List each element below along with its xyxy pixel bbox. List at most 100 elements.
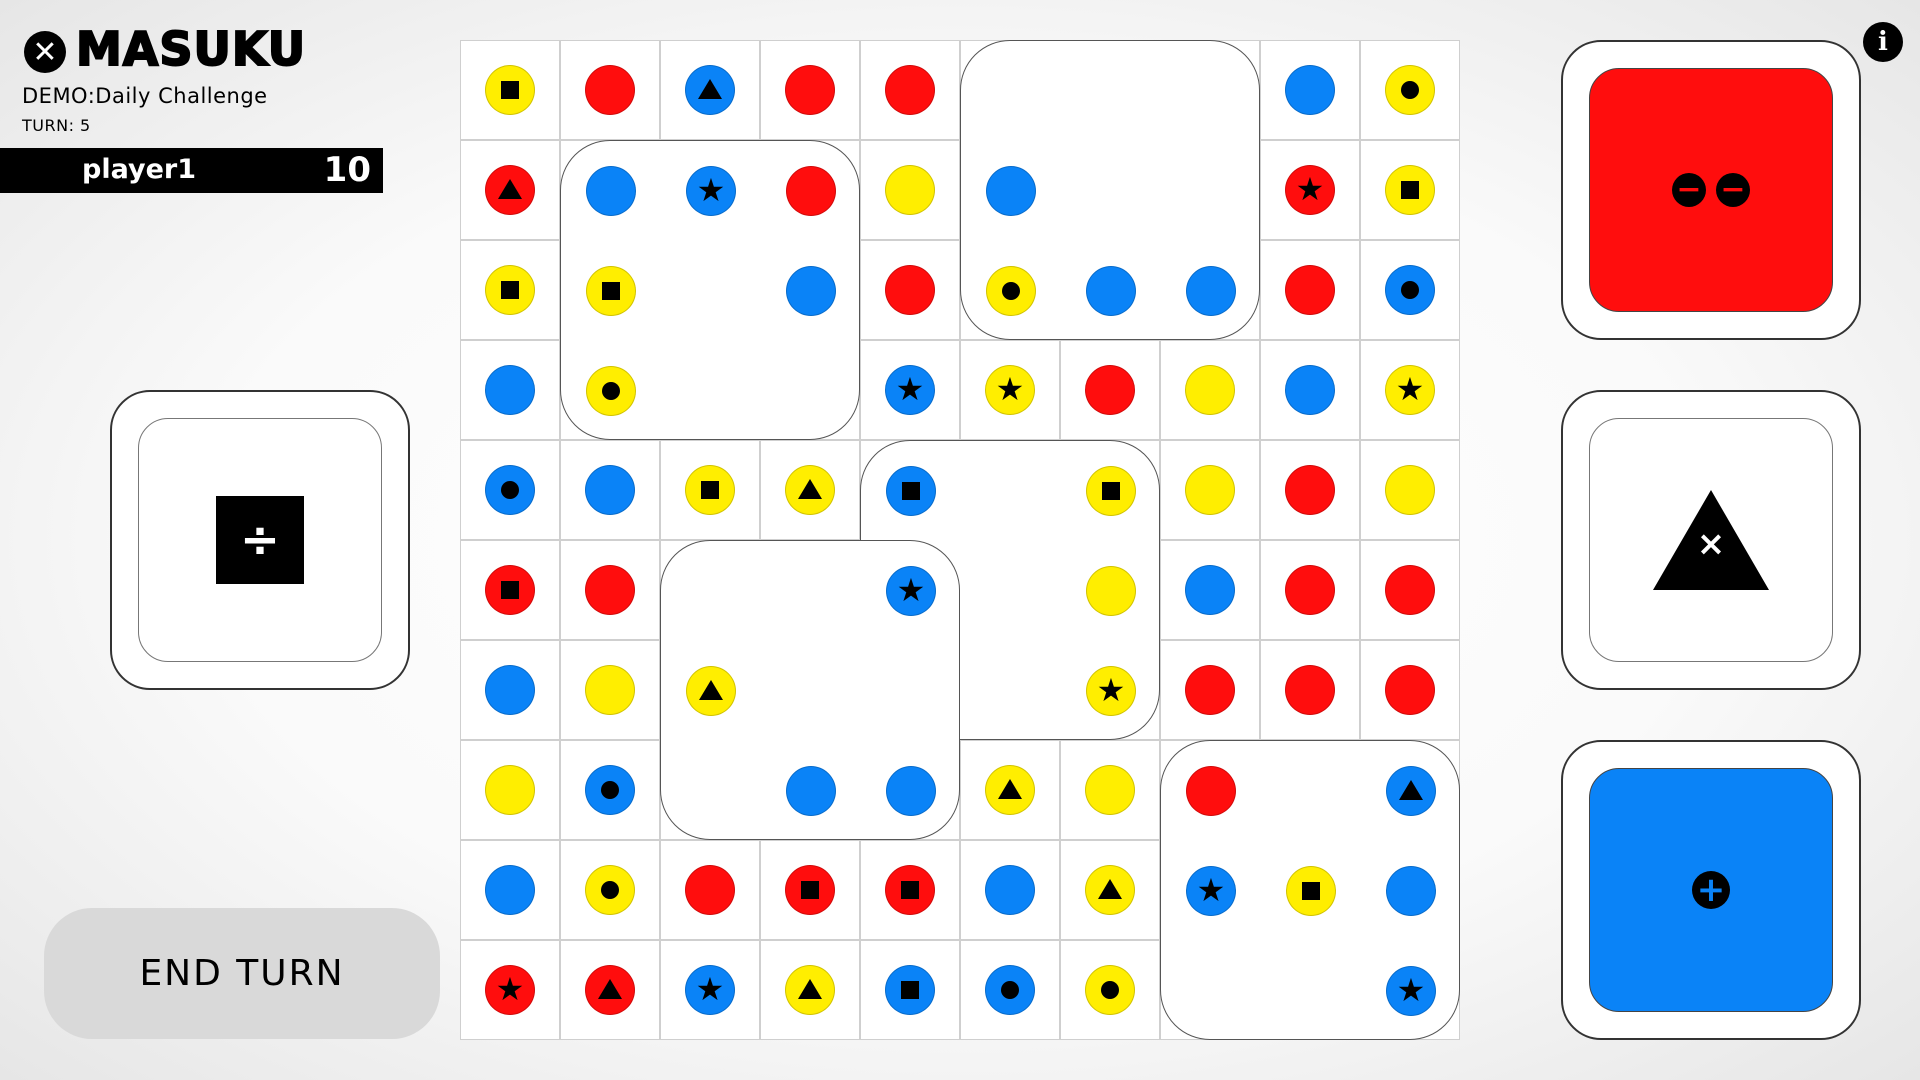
- blue-dot: [1086, 266, 1136, 316]
- end-turn-button[interactable]: END TURN: [44, 908, 440, 1039]
- red-operator-card[interactable]: − −: [1561, 40, 1861, 340]
- yellow-dot: [585, 865, 635, 915]
- info-icon[interactable]: i: [1863, 22, 1903, 62]
- yellow-dot: [1086, 566, 1136, 616]
- triangle-symbol-icon: [1399, 779, 1423, 800]
- triangle-symbol-icon: [699, 679, 723, 700]
- yellow-dot: [1385, 465, 1435, 515]
- red-dot: [1185, 665, 1235, 715]
- placed-die-tile[interactable]: ★: [660, 540, 960, 840]
- triangle-operator-card[interactable]: ×: [1561, 390, 1861, 690]
- yellow-dot: [1085, 765, 1135, 815]
- star-symbol-icon: ★: [1396, 971, 1426, 1009]
- left-operator-card[interactable]: ÷: [110, 390, 410, 690]
- red-card-face: − −: [1589, 68, 1833, 312]
- placed-die-tile[interactable]: ★ ★: [1160, 740, 1460, 1040]
- yellow-dot: [1185, 465, 1235, 515]
- circle-symbol-icon: [1101, 981, 1119, 999]
- red-dot: [1186, 766, 1236, 816]
- star-symbol-icon: ★: [1196, 871, 1226, 909]
- blue-dot: [685, 65, 735, 115]
- blue-dot: [886, 766, 936, 816]
- blue-dot: [786, 766, 836, 816]
- yellow-dot: [785, 965, 835, 1015]
- red-dot: [786, 166, 836, 216]
- red-dot: [1385, 665, 1435, 715]
- red-dot: [585, 565, 635, 615]
- blue-dot: ★: [1386, 966, 1436, 1016]
- close-icon[interactable]: ✕: [24, 31, 66, 73]
- circle-symbol-icon: [1401, 81, 1419, 99]
- yellow-dot: [1086, 466, 1136, 516]
- square-symbol-icon: [1401, 181, 1419, 199]
- red-dot: [1385, 565, 1435, 615]
- yellow-dot: [686, 666, 736, 716]
- blue-dot: [985, 965, 1035, 1015]
- square-symbol-icon: [501, 281, 519, 299]
- yellow-dot: [1286, 866, 1336, 916]
- star-symbol-icon: ★: [896, 571, 926, 609]
- star-symbol-icon: ★: [1096, 671, 1126, 709]
- red-dot: [485, 165, 535, 215]
- triangle-symbol-icon: [798, 978, 822, 999]
- red-dot: [585, 65, 635, 115]
- player-score: 10: [323, 150, 371, 190]
- blue-dot: [585, 765, 635, 815]
- star-symbol-icon: ★: [895, 370, 925, 408]
- star-symbol-icon: ★: [995, 370, 1025, 408]
- blue-dot: ★: [685, 965, 735, 1015]
- triangle-symbol-icon: [798, 478, 822, 499]
- yellow-dot: [485, 765, 535, 815]
- triangle-symbol-icon: [998, 778, 1022, 799]
- square-symbol-icon: [801, 881, 819, 899]
- triangle-symbol-icon: [698, 78, 722, 99]
- star-symbol-icon: ★: [1395, 370, 1425, 408]
- blue-dot: [1285, 65, 1335, 115]
- blue-dot: ★: [886, 566, 936, 616]
- yellow-dot: [1385, 165, 1435, 215]
- square-symbol-icon: [501, 81, 519, 99]
- yellow-dot: [1085, 865, 1135, 915]
- square-symbol-icon: [1302, 882, 1320, 900]
- placed-die-tile[interactable]: [960, 40, 1260, 340]
- blue-dot: [485, 465, 535, 515]
- star-symbol-icon: ★: [1295, 170, 1325, 208]
- yellow-dot: [1085, 965, 1135, 1015]
- blue-dot: ★: [1186, 866, 1236, 916]
- red-dot: [885, 65, 935, 115]
- square-symbol-icon: [602, 282, 620, 300]
- placed-die-tile[interactable]: ★: [560, 140, 860, 440]
- square-symbol-icon: [901, 981, 919, 999]
- yellow-dot: [785, 465, 835, 515]
- yellow-dot: [585, 665, 635, 715]
- yellow-dot: [485, 65, 535, 115]
- player-name: player1: [82, 154, 196, 185]
- red-dot: [1285, 265, 1335, 315]
- blue-operator-card[interactable]: +: [1561, 740, 1861, 1040]
- triangle-symbol-icon: [598, 978, 622, 999]
- circle-symbol-icon: [602, 382, 620, 400]
- circle-symbol-icon: [601, 781, 619, 799]
- red-dot: ★: [1285, 165, 1335, 215]
- yellow-dot: [685, 465, 735, 515]
- star-symbol-icon: ★: [696, 171, 726, 209]
- blue-dot: [786, 266, 836, 316]
- blue-dot: [1385, 265, 1435, 315]
- yellow-dot: [586, 366, 636, 416]
- blue-dot: [985, 865, 1035, 915]
- red-dot: [1285, 565, 1335, 615]
- blue-dot: [586, 166, 636, 216]
- blue-dot: [485, 365, 535, 415]
- square-symbol-icon: [501, 581, 519, 599]
- triangle-symbol-icon: [498, 178, 522, 199]
- red-dot: [785, 865, 835, 915]
- red-dot: [585, 965, 635, 1015]
- player-score-bar: player1 10: [0, 148, 383, 193]
- yellow-dot: [985, 765, 1035, 815]
- blue-dot: ★: [885, 365, 935, 415]
- divide-icon: ÷: [216, 496, 304, 584]
- white-card-face: ×: [1589, 418, 1833, 662]
- yellow-dot: ★: [985, 365, 1035, 415]
- blue-dot: [1386, 866, 1436, 916]
- red-dot: ★: [485, 965, 535, 1015]
